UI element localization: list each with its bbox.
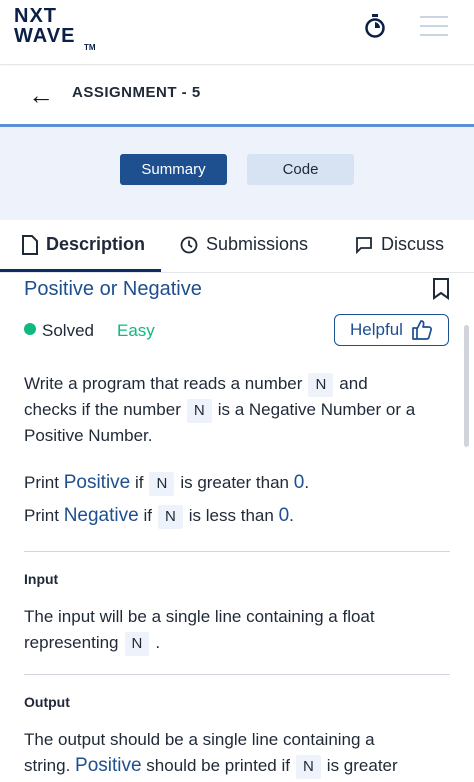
rule-text: . <box>289 506 294 525</box>
code-chip: N <box>295 755 321 779</box>
input-text: . <box>155 633 161 652</box>
problem-tabs: Description Submissions Discuss <box>0 220 474 273</box>
input-section-label: Input <box>24 571 59 587</box>
output-text: string. <box>24 756 71 775</box>
output-text: The output should be a single line conta… <box>24 730 375 749</box>
rule-text: is greater than <box>180 473 289 492</box>
output-description: The output should be a single line conta… <box>24 727 398 779</box>
rule-text: Print <box>24 506 59 525</box>
difficulty-badge: Easy <box>117 321 155 340</box>
input-description: The input will be a single line containi… <box>24 604 375 656</box>
logo-line-2: WAVE <box>14 25 76 47</box>
chat-icon <box>356 236 372 254</box>
rule-text: if <box>143 506 152 525</box>
code-chip: N <box>186 399 212 423</box>
code-chip: N <box>308 373 334 397</box>
output-text: is greater <box>326 756 398 775</box>
keyword-zero: 0 <box>278 505 290 526</box>
section-divider <box>24 551 450 552</box>
helpful-button[interactable]: Helpful <box>334 314 449 346</box>
keyword-positive: Positive <box>63 472 131 493</box>
input-text: The input will be a single line containi… <box>24 607 375 626</box>
bookmark-icon[interactable] <box>432 278 450 300</box>
tab-submissions[interactable]: Submissions <box>180 234 308 255</box>
back-arrow-icon[interactable]: ← <box>28 80 54 111</box>
rule-text: is less than <box>188 506 274 525</box>
desc-text: is a Negative Number or a <box>217 400 416 419</box>
code-button[interactable]: Code <box>247 154 354 185</box>
code-chip: N <box>157 505 183 529</box>
description-paragraph: Write a program that reads a number Nand … <box>24 371 415 449</box>
input-text: representing <box>24 633 119 652</box>
helpful-label: Helpful <box>350 320 403 339</box>
document-icon <box>22 234 38 255</box>
logo-line-1: NXT <box>14 5 57 27</box>
desc-text: and <box>339 374 368 393</box>
problem-title: Positive or Negative <box>24 278 202 300</box>
nxtwave-logo[interactable]: NXT WAVE TM <box>14 5 96 52</box>
output-section-label: Output <box>24 694 70 710</box>
code-chip: N <box>149 472 175 496</box>
tab-discuss-label: Discuss <box>381 234 445 254</box>
keyword-positive: Positive <box>75 755 142 776</box>
tab-description[interactable]: Description <box>22 234 145 255</box>
desc-text: Write a program that reads a number <box>24 374 303 393</box>
page-title: ASSIGNMENT - 5 <box>72 84 201 101</box>
negative-rule: Print Negative if Nis less than 0. <box>24 503 294 529</box>
desc-text: Positive Number. <box>24 426 153 445</box>
active-tab-indicator <box>0 269 161 272</box>
tab-description-label: Description <box>46 234 146 254</box>
output-text: should be printed if <box>146 756 290 775</box>
keyword-negative: Negative <box>63 505 139 526</box>
hamburger-menu-icon[interactable] <box>420 16 448 36</box>
logo-tm: TM <box>84 43 96 52</box>
rule-text: if <box>134 473 144 492</box>
top-bar: NXT WAVE TM <box>0 0 474 65</box>
summary-button[interactable]: Summary <box>120 154 227 185</box>
assignment-header: ← ASSIGNMENT - 5 <box>0 66 474 127</box>
stopwatch-icon[interactable] <box>364 14 386 38</box>
tab-discuss[interactable]: Discuss <box>355 234 444 255</box>
clock-icon <box>180 236 198 253</box>
view-toggle-bar: Summary Code <box>0 127 474 220</box>
keyword-zero: 0 <box>293 472 305 493</box>
code-chip: N <box>124 632 150 656</box>
tab-submissions-label: Submissions <box>206 234 309 254</box>
solved-status-dot <box>24 323 36 335</box>
section-divider <box>24 674 450 675</box>
thumbs-up-icon <box>412 320 432 340</box>
solved-status: Solved <box>42 321 94 340</box>
rule-text: Print <box>24 473 59 492</box>
desc-text: checks if the number <box>24 400 181 419</box>
positive-rule: Print Positive if Nis greater than 0. <box>24 470 309 496</box>
rule-text: . <box>304 473 310 492</box>
scrollbar[interactable] <box>464 325 469 447</box>
